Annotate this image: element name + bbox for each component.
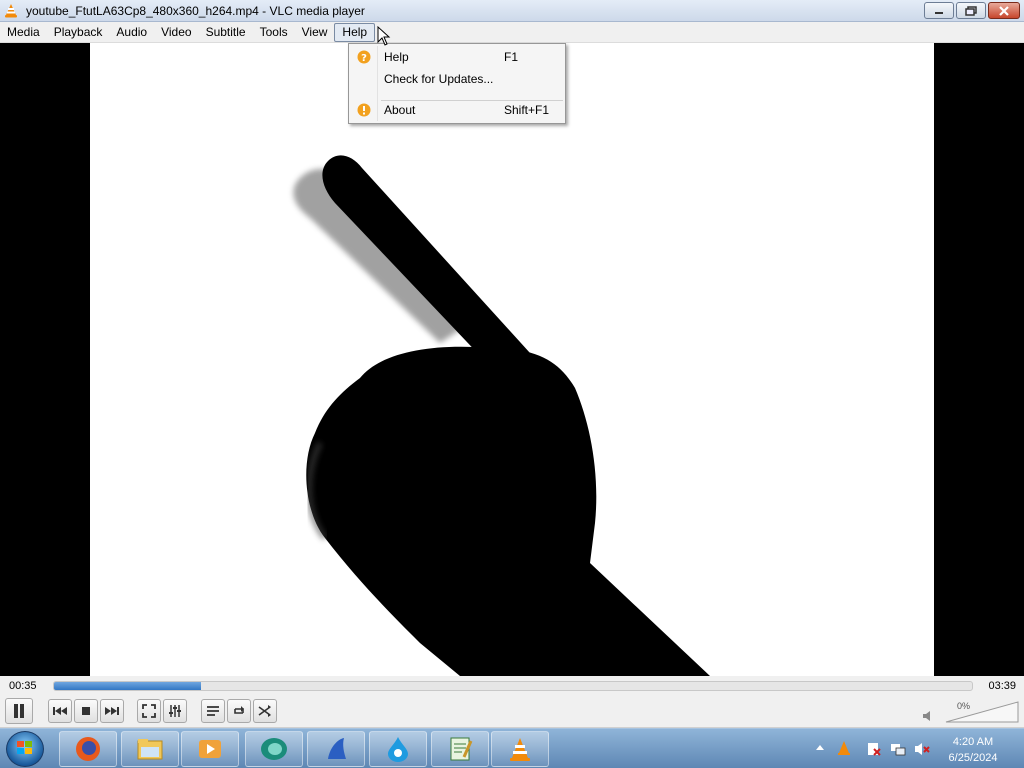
- extended-settings-button[interactable]: [163, 699, 187, 723]
- menu-tools[interactable]: Tools: [253, 23, 295, 42]
- minimize-button[interactable]: [924, 2, 954, 19]
- menu-item-help[interactable]: ? Help F1: [351, 46, 563, 68]
- mouse-cursor-icon: [377, 26, 391, 46]
- menu-view[interactable]: View: [295, 23, 335, 42]
- water-drop-icon: [388, 737, 408, 762]
- show-hidden-icons-chevron-icon[interactable]: [816, 744, 824, 752]
- menu-item-shortcut: F1: [504, 50, 519, 64]
- taskbar-file-explorer[interactable]: [121, 731, 179, 767]
- close-button[interactable]: [988, 2, 1020, 19]
- shuffle-icon: [258, 705, 271, 717]
- notepad-icon: [450, 737, 473, 761]
- total-time: 03:39: [988, 680, 1016, 692]
- firefox-icon: [76, 737, 100, 761]
- file-explorer-icon: [137, 739, 163, 760]
- info-icon: [357, 103, 371, 117]
- playlist-button[interactable]: [201, 699, 225, 723]
- minimize-icon: [935, 11, 943, 14]
- taskbar-vlc[interactable]: [491, 731, 549, 767]
- menu-item-check-for-updates[interactable]: Check for Updates...: [351, 68, 563, 90]
- fullscreen-icon: [142, 704, 156, 718]
- taskbar-water-app[interactable]: [369, 731, 427, 767]
- volume-control: 0%: [922, 700, 1022, 724]
- seek-row: 00:35 03:39: [0, 676, 1024, 696]
- menu-playback[interactable]: Playback: [47, 23, 110, 42]
- window-title: youtube_FtutLA63Cp8_480x360_h264.mp4 - V…: [26, 4, 365, 18]
- network-icon[interactable]: [890, 741, 906, 757]
- browser-icon: [261, 738, 287, 760]
- vlc-cone-icon: [5, 4, 17, 18]
- taskbar-sail-app[interactable]: [307, 731, 365, 767]
- help-question-icon: ?: [357, 50, 371, 64]
- tray-vlc-icon[interactable]: [836, 740, 852, 756]
- loop-button[interactable]: [227, 699, 251, 723]
- menu-bar: Media Playback Audio Video Subtitle Tool…: [0, 22, 1024, 43]
- previous-icon: [53, 707, 67, 715]
- help-menu-dropdown: ? Help F1 Check for Updates... About Shi…: [348, 43, 566, 124]
- seek-progress: [54, 682, 201, 690]
- pause-icon: [14, 704, 24, 718]
- title-bar: youtube_FtutLA63Cp8_480x360_h264.mp4 - V…: [0, 0, 1024, 22]
- taskbar: 4:20 AM 6/25/2024: [0, 728, 1024, 768]
- menu-video[interactable]: Video: [154, 23, 198, 42]
- stop-icon: [82, 707, 90, 715]
- windows-logo-icon: [17, 741, 32, 754]
- maximize-button[interactable]: [956, 2, 986, 19]
- taskbar-browser[interactable]: [245, 731, 303, 767]
- speaker-icon[interactable]: [922, 710, 934, 722]
- taskbar-firefox[interactable]: [59, 731, 117, 767]
- taskbar-notepad[interactable]: [431, 731, 489, 767]
- next-button[interactable]: [100, 699, 124, 723]
- vlc-icon: [510, 738, 530, 761]
- control-bar: 0%: [0, 696, 1024, 728]
- video-area[interactable]: [0, 43, 1024, 676]
- maximize-icon: [965, 5, 977, 16]
- elapsed-time: 00:35: [9, 680, 37, 692]
- menu-audio[interactable]: Audio: [109, 23, 154, 42]
- svg-text:?: ?: [361, 53, 367, 64]
- pause-button[interactable]: [5, 698, 33, 724]
- start-button[interactable]: [6, 731, 44, 767]
- volume-slider[interactable]: [944, 700, 1020, 724]
- seek-bar[interactable]: [53, 681, 973, 691]
- clock-time: 4:20 AM: [952, 736, 994, 748]
- menu-subtitle[interactable]: Subtitle: [199, 23, 253, 42]
- action-center-flag-icon[interactable]: [866, 741, 882, 757]
- close-icon: [999, 5, 1009, 16]
- sail-app-icon: [328, 738, 346, 759]
- menu-item-about[interactable]: About Shift+F1: [351, 99, 563, 121]
- media-player-icon: [199, 740, 221, 758]
- menu-item-label: Help: [384, 50, 409, 64]
- menu-item-label: About: [384, 103, 416, 117]
- stop-button[interactable]: [74, 699, 98, 723]
- menu-media[interactable]: Media: [0, 23, 47, 42]
- clock-date: 6/25/2024: [948, 752, 998, 764]
- playlist-icon: [207, 706, 219, 716]
- extended-settings-icon: [169, 705, 181, 717]
- taskbar-media-player[interactable]: [181, 731, 239, 767]
- fullscreen-button[interactable]: [137, 699, 161, 723]
- loop-icon: [234, 706, 244, 714]
- shuffle-button[interactable]: [253, 699, 277, 723]
- next-icon: [105, 707, 119, 715]
- clock[interactable]: 4:20 AM 6/25/2024: [928, 734, 1018, 766]
- menu-item-label: Check for Updates...: [384, 72, 494, 86]
- menu-item-shortcut: Shift+F1: [504, 103, 550, 117]
- pointing-hand-silhouette: [293, 155, 710, 676]
- video-frame: [90, 43, 934, 676]
- previous-button[interactable]: [48, 699, 72, 723]
- menu-help[interactable]: Help: [334, 22, 376, 42]
